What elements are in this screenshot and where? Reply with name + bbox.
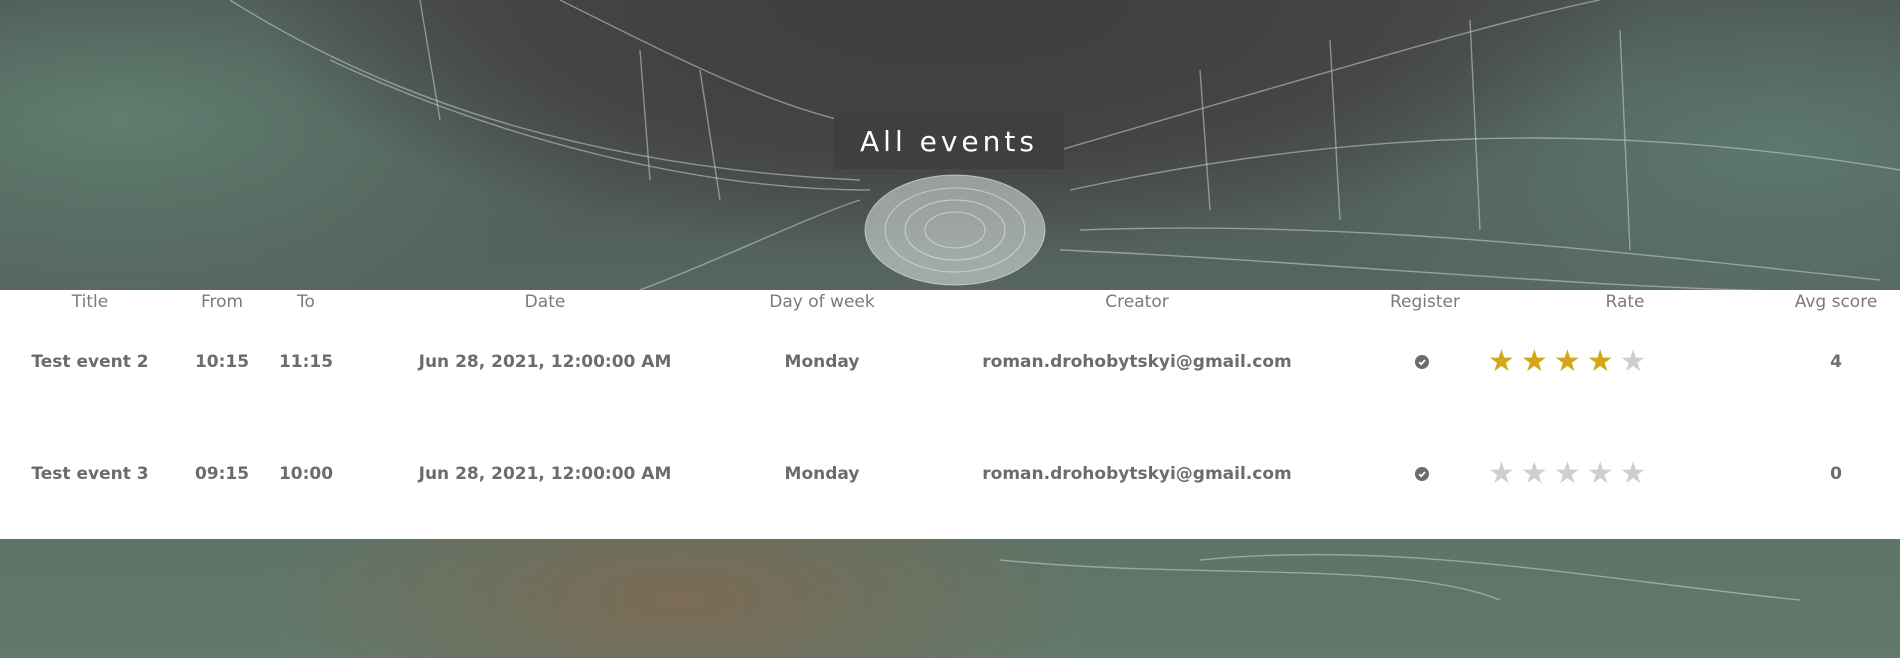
event-avg-score: 4 bbox=[1830, 352, 1842, 372]
column-header-title: Title bbox=[71, 292, 109, 312]
column-header-date: Date bbox=[524, 292, 566, 312]
column-header-rate: Rate bbox=[1605, 292, 1645, 312]
star-icon[interactable]: ★ bbox=[1587, 459, 1614, 489]
star-icon[interactable]: ★ bbox=[1488, 347, 1515, 377]
table-row: Test event 3 09:15 10:00 Jun 28, 2021, 1… bbox=[0, 439, 1900, 509]
column-header-creator: Creator bbox=[1105, 292, 1169, 312]
page-title-box: All events bbox=[834, 113, 1064, 169]
star-icon[interactable]: ★ bbox=[1521, 459, 1548, 489]
rating-stars[interactable]: ★ ★ ★ ★ ★ bbox=[1488, 347, 1647, 377]
event-creator: roman.drohobytskyi@gmail.com bbox=[982, 352, 1292, 372]
event-from: 09:15 bbox=[194, 464, 250, 484]
column-header-to: To bbox=[297, 292, 315, 312]
event-title: Test event 2 bbox=[31, 352, 149, 372]
events-table: Title From To Date Day of week Creator R… bbox=[0, 290, 1900, 539]
column-header-register: Register bbox=[1390, 292, 1460, 312]
register-check-icon[interactable] bbox=[1415, 467, 1429, 481]
event-creator: roman.drohobytskyi@gmail.com bbox=[982, 464, 1292, 484]
column-header-day-of-week: Day of week bbox=[769, 292, 875, 312]
star-icon[interactable]: ★ bbox=[1521, 347, 1548, 377]
star-icon[interactable]: ★ bbox=[1620, 459, 1647, 489]
star-icon[interactable]: ★ bbox=[1620, 347, 1647, 377]
event-title: Test event 3 bbox=[31, 464, 149, 484]
rating-stars[interactable]: ★ ★ ★ ★ ★ bbox=[1488, 459, 1647, 489]
event-avg-score: 0 bbox=[1830, 464, 1842, 484]
column-header-avg-score: Avg score bbox=[1794, 292, 1878, 312]
event-day: Monday bbox=[784, 464, 860, 484]
event-to: 11:15 bbox=[278, 352, 334, 372]
register-check-icon[interactable] bbox=[1415, 355, 1429, 369]
page-title: All events bbox=[860, 124, 1038, 158]
column-header-from: From bbox=[200, 292, 244, 312]
star-icon[interactable]: ★ bbox=[1587, 347, 1614, 377]
event-date: Jun 28, 2021, 12:00:00 AM bbox=[418, 464, 672, 484]
event-date: Jun 28, 2021, 12:00:00 AM bbox=[418, 352, 672, 372]
event-to: 10:00 bbox=[278, 464, 334, 484]
event-from: 10:15 bbox=[194, 352, 250, 372]
page-background: All events Title From To Date Day of wee… bbox=[0, 0, 1900, 658]
table-row: Test event 2 10:15 11:15 Jun 28, 2021, 1… bbox=[0, 327, 1900, 397]
star-icon[interactable]: ★ bbox=[1488, 459, 1515, 489]
event-day: Monday bbox=[784, 352, 860, 372]
star-icon[interactable]: ★ bbox=[1554, 347, 1581, 377]
star-icon[interactable]: ★ bbox=[1554, 459, 1581, 489]
